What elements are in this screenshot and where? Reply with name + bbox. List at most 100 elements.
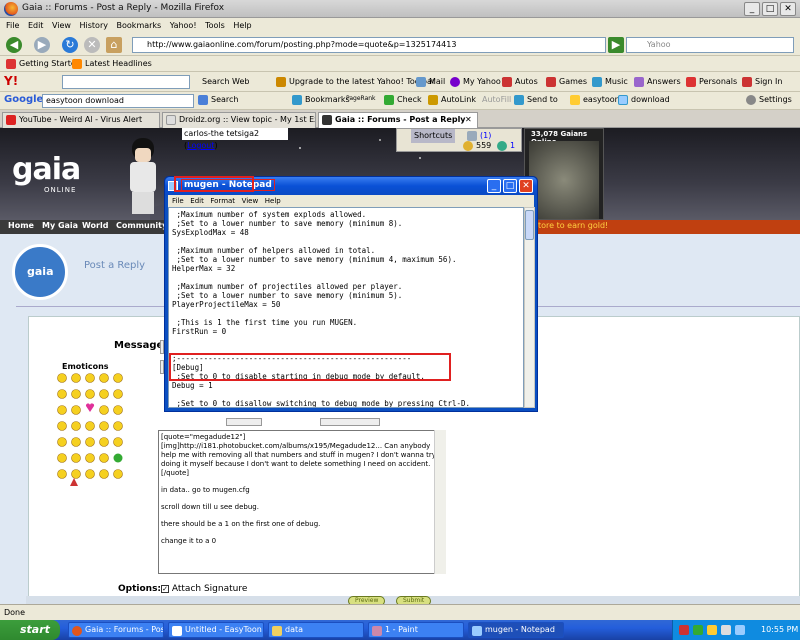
smiley-icons[interactable] — [56, 372, 126, 492]
yahoo-my-yahoo[interactable]: My Yahoo! — [450, 75, 504, 89]
url-bar[interactable]: http://www.gaiaonline.com/forum/posting.… — [132, 37, 606, 53]
yahoo-logo[interactable]: Y! — [4, 74, 18, 88]
google-search-input[interactable]: easytoon download — [42, 94, 194, 108]
avatar[interactable] — [120, 134, 166, 220]
notepad-close-button[interactable]: ✕ — [519, 179, 533, 193]
yahoo-upgrade-link[interactable]: Upgrade to the latest Yahoo! Toolbar — [276, 75, 435, 89]
system-tray: 10:55 PM — [672, 620, 800, 640]
yahoo-music[interactable]: Music — [592, 75, 628, 89]
network-icon[interactable] — [735, 625, 745, 635]
folder-icon — [272, 626, 282, 636]
notepad-menu-file[interactable]: File — [172, 197, 184, 205]
task-easytoon[interactable]: Untitled - EasyToon — [168, 622, 264, 638]
logout-link[interactable]: Logout — [187, 141, 214, 150]
tray-icon[interactable] — [693, 625, 703, 635]
message-textarea[interactable]: [quote="megadude12"][img]http://i181.pho… — [158, 430, 446, 574]
menu-history[interactable]: History — [80, 18, 108, 34]
tab-bar: YouTube - Weird Al - Virus Alert Droidz.… — [0, 110, 800, 128]
google-highlight-easytoon[interactable]: easytoon — [570, 93, 620, 107]
google-send-to[interactable]: Send to — [514, 93, 558, 107]
textarea-scrollbar[interactable] — [434, 430, 446, 574]
nav-world[interactable]: World — [82, 221, 108, 230]
close-button[interactable]: ✕ — [780, 2, 796, 16]
menu-view[interactable]: View — [52, 18, 71, 34]
emoticon-grid — [56, 372, 126, 492]
task-notepad[interactable]: mugen - Notepad — [468, 622, 564, 638]
attach-signature-checkbox[interactable]: ✓ Attach Signature — [161, 584, 247, 594]
tab-droidz[interactable]: Droidz.org :: View topic - My 1st Ez to.… — [162, 112, 316, 128]
shortcuts-button[interactable]: Shortcuts — [411, 129, 456, 143]
yahoo-sign-in[interactable]: Sign In — [742, 75, 782, 89]
preview-button[interactable]: Preview — [348, 596, 386, 604]
notepad-scrollbar[interactable] — [524, 207, 535, 408]
close-tab-icon[interactable]: ✕ — [465, 113, 472, 127]
tab-youtube[interactable]: YouTube - Weird Al - Virus Alert — [2, 112, 160, 128]
notepad-menu-view[interactable]: View — [242, 197, 259, 205]
minimize-button[interactable]: _ — [744, 2, 760, 16]
menu-help[interactable]: Help — [233, 18, 251, 34]
google-check[interactable]: Check — [384, 93, 422, 107]
submit-button[interactable]: Submit — [396, 596, 432, 604]
warning-icon — [276, 76, 286, 87]
nav-my-gaia[interactable]: My Gaia — [42, 221, 78, 230]
yahoo-games[interactable]: Games — [546, 75, 587, 89]
task-data-folder[interactable]: data — [268, 622, 364, 638]
notepad-menu-edit[interactable]: Edit — [190, 197, 204, 205]
google-autofill[interactable]: AutoFill — [482, 93, 511, 107]
ticket-icon — [497, 140, 507, 151]
promo-banner[interactable]: tore to earn gold! — [534, 220, 800, 234]
menu-tools[interactable]: Tools — [205, 18, 225, 34]
emoticons-label: Emoticons — [62, 362, 109, 371]
yahoo-search-web[interactable]: Search Web — [202, 75, 249, 89]
menu-bookmarks[interactable]: Bookmarks — [117, 18, 162, 34]
task-firefox[interactable]: Gaia :: Forums - Post ... — [68, 622, 164, 638]
search-box[interactable]: Yahoo — [626, 37, 794, 53]
gold-icon — [463, 140, 473, 151]
volume-icon[interactable] — [721, 625, 731, 635]
notepad-maximize-button[interactable]: □ — [503, 179, 517, 193]
nav-community[interactable]: Community — [116, 221, 167, 230]
yahoo-autos[interactable]: Autos — [502, 75, 538, 89]
google-search-button[interactable]: Search — [198, 93, 238, 107]
tray-icon[interactable] — [679, 625, 689, 635]
menu-edit[interactable]: Edit — [28, 18, 44, 34]
ticket-count[interactable]: 1 — [497, 139, 515, 153]
google-settings[interactable]: Settings — [746, 93, 792, 107]
gaia-logo[interactable]: gaia — [12, 152, 81, 187]
forward-button[interactable]: ▶ — [34, 37, 50, 53]
search-icon — [198, 94, 208, 105]
notepad-menu-help[interactable]: Help — [265, 197, 281, 205]
menu-yahoo[interactable]: Yahoo! — [170, 18, 197, 34]
go-button[interactable]: ▶ — [608, 37, 624, 53]
home-icon[interactable]: ⌂ — [106, 37, 122, 53]
task-paint[interactable]: 1 - Paint — [368, 622, 464, 638]
notepad-minimize-button[interactable]: _ — [487, 179, 501, 193]
menu-file[interactable]: File — [6, 18, 19, 34]
maximize-button[interactable]: □ — [762, 2, 778, 16]
tray-icon[interactable] — [707, 625, 717, 635]
google-autolink[interactable]: AutoLink — [428, 93, 476, 107]
google-bookmarks[interactable]: Bookmarks — [292, 93, 350, 107]
nav-home[interactable]: Home — [8, 221, 34, 230]
google-logo[interactable]: Google — [4, 93, 43, 107]
back-button[interactable]: ◀ — [6, 37, 22, 53]
notepad-menu-format[interactable]: Format — [210, 197, 235, 205]
paint-icon — [372, 626, 382, 636]
google-highlight-download[interactable]: download — [618, 93, 670, 107]
world-thumbnail[interactable] — [529, 141, 599, 219]
post-line: [quote="megadude12"][img]http://i181.pho… — [161, 433, 436, 477]
scroll-thumb[interactable] — [525, 210, 534, 240]
yahoo-answers[interactable]: Answers — [634, 75, 681, 89]
yahoo-personals[interactable]: Personals — [686, 75, 737, 89]
yahoo-search-input[interactable] — [62, 75, 190, 89]
highlighter-icon — [570, 94, 580, 105]
yahoo-mail[interactable]: Mail — [416, 75, 445, 89]
tab-gaia[interactable]: Gaia :: Forums - Post a Reply ✕ — [318, 112, 478, 128]
stop-button[interactable]: ✕ — [84, 37, 100, 53]
start-button[interactable]: start — [0, 620, 60, 640]
gold-count: 559 — [463, 139, 491, 153]
google-pagerank[interactable]: PageRank — [346, 92, 376, 106]
bookmark-latest-headlines[interactable]: Latest Headlines — [72, 57, 152, 71]
bookmark-getting-started[interactable]: Getting Started — [6, 57, 81, 71]
reload-button[interactable]: ↻ — [62, 37, 78, 53]
